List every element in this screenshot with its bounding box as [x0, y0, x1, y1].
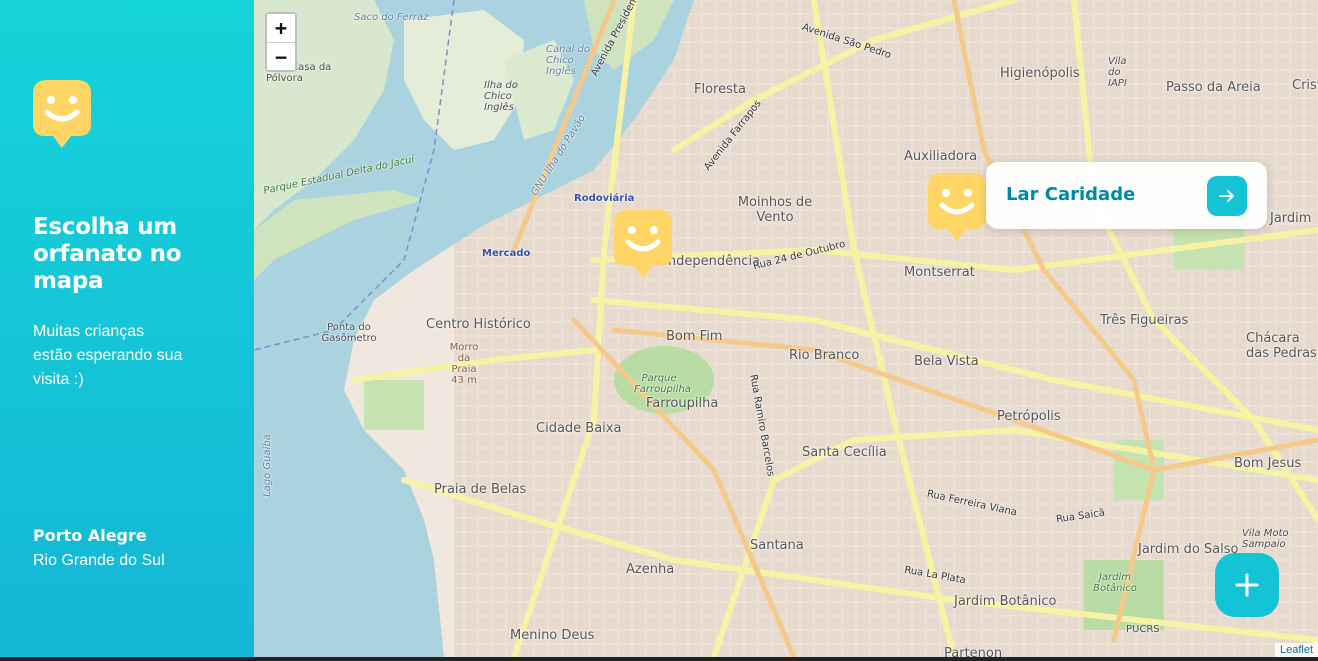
map-label: Bela Vista [914, 354, 979, 369]
orphanage-marker-icon[interactable] [928, 173, 986, 241]
map-label: Jardim do Salso [1138, 542, 1239, 557]
map-label: Auxiliadora [904, 149, 978, 164]
headline: Escolha um orfanato no mapa [33, 214, 182, 294]
map-label: Rodoviária [574, 193, 635, 204]
map-label: Independência [664, 254, 761, 269]
map-label: Menino Deus [510, 628, 595, 643]
map-label: Santana [750, 538, 804, 553]
map-label: Três Figueiras [1100, 313, 1189, 328]
state-name: Rio Grande do Sul [33, 552, 165, 569]
map-label: Ponta do Gasômetro [321, 322, 377, 344]
open-orphanage-button[interactable] [1207, 176, 1247, 216]
map-label: Montserrat [904, 265, 975, 280]
map-label: Morro da Praia 43 m [449, 342, 479, 386]
smiley-marker-icon [33, 80, 91, 148]
map-label: Partenon [944, 646, 1003, 657]
sidebar: Escolha um orfanato no mapa Muitas crian… [0, 0, 254, 657]
map-label: Jardim [1270, 211, 1312, 226]
map-label: Passo da Areia [1166, 80, 1261, 95]
leaflet-attribution-link[interactable]: Leaflet [1274, 643, 1318, 657]
map-label: Vila do IAPI [1108, 56, 1127, 89]
map-label: PUCRS [1126, 624, 1160, 635]
map-label: Mercado [482, 248, 531, 259]
map-label: Santa Cecília [802, 445, 887, 460]
map-label: Saco do Ferraz [354, 12, 429, 23]
map-label: Crist [1292, 78, 1318, 93]
arrow-right-icon [1219, 190, 1234, 202]
zoom-out-button[interactable]: − [267, 42, 295, 70]
plus-icon [1235, 573, 1259, 597]
map-label: Moinhos de Vento [737, 195, 813, 225]
location: Porto Alegre Rio Grande do Sul [33, 525, 165, 575]
map-label: Jardim Botânico [954, 594, 1057, 609]
map-label: Centro Histórico [426, 317, 531, 332]
popup-title: Lar Caridade [1006, 184, 1136, 205]
map-label: Floresta [694, 82, 746, 97]
map-label: Ilha do Chico Inglês [484, 80, 518, 113]
orphanage-popup: Lar Caridade [986, 162, 1267, 229]
map-label: Higienópolis [1000, 66, 1080, 81]
orphanage-marker-icon[interactable] [614, 210, 672, 278]
map-label: Cidade Baixa [536, 421, 622, 436]
map-label: Jardim Botânico [1093, 572, 1137, 594]
map-label: Farroupilha [646, 396, 719, 411]
map-label: Praia de Belas [434, 482, 527, 497]
add-orphanage-button[interactable] [1215, 553, 1279, 617]
map-label: Lago Guaíba [261, 434, 273, 497]
city-name: Porto Alegre [33, 526, 147, 545]
zoom-control: + − [265, 12, 297, 72]
map-label: Chácara das Pedras [1246, 331, 1317, 361]
map-label: Petrópolis [997, 409, 1061, 424]
map-label: Azenha [626, 562, 675, 577]
map[interactable]: Saco do Ferraz ...da Casa da Pólvora Can… [254, 0, 1318, 657]
map-label: Bom Jesus [1234, 456, 1302, 471]
map-label: Parque Farroupilha [634, 373, 691, 395]
map-label: Vila Moto Sampaio [1242, 528, 1289, 550]
zoom-in-button[interactable]: + [267, 14, 295, 42]
bottom-edge [0, 657, 1318, 661]
map-label: Bom Fim [666, 329, 723, 344]
map-label: Rio Branco [789, 348, 860, 363]
map-tiles [254, 0, 1318, 657]
subtext: Muitas crianças estão esperando sua visi… [33, 323, 183, 388]
